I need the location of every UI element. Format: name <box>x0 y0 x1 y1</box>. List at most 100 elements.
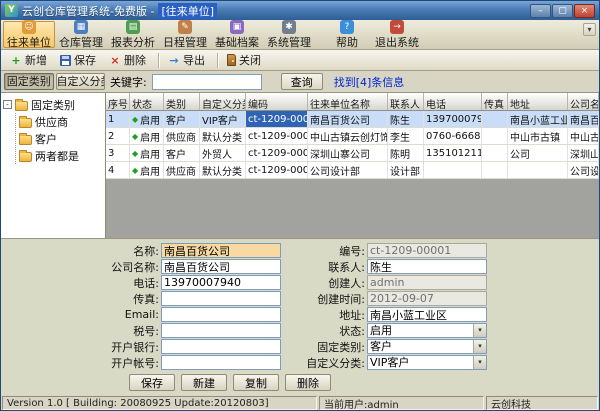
cell-address[interactable]: 公司 <box>508 145 568 161</box>
column-header-code[interactable]: 编码 <box>246 93 308 110</box>
cell-category[interactable]: 供应商 <box>164 162 200 178</box>
column-header-name[interactable]: 往来单位名称 <box>308 93 388 110</box>
column-header-company[interactable]: 公司名称 <box>568 93 599 110</box>
form-delete-button[interactable]: 删除 <box>285 374 331 391</box>
email-field[interactable] <box>161 307 281 322</box>
collapse-icon[interactable]: - <box>3 100 12 109</box>
table-row[interactable]: 2 ◆ 启用 供应商 默认分类 ct-1209-00002 中山古镇云创灯饰公司… <box>106 128 599 145</box>
cell-category[interactable]: 供应商 <box>164 128 200 144</box>
cell-status[interactable]: ◆ 启用 <box>130 145 164 161</box>
column-header-category[interactable]: 类别 <box>164 93 200 110</box>
cell-company[interactable]: 公司设计部 <box>568 162 599 178</box>
nav-item-contacts[interactable]: ☺ 往来单位 <box>3 21 55 48</box>
cell-custom-class[interactable]: 外贸人 <box>200 145 246 161</box>
cell-custom-class[interactable]: 默认分类 <box>200 162 246 178</box>
table-row[interactable]: 4 ◆ 启用 供应商 默认分类 ct-1209-00004 公司设计部 设计部 … <box>106 162 599 179</box>
cell-fax[interactable] <box>482 111 508 127</box>
cell-status[interactable]: ◆ 启用 <box>130 111 164 127</box>
save-record-button[interactable]: 保存 <box>55 50 104 70</box>
cell-phone[interactable]: 0760-6668696 <box>424 128 482 144</box>
column-header-address[interactable]: 地址 <box>508 93 568 110</box>
nav-item-exit[interactable]: → 退出系统 <box>371 21 423 48</box>
cell-company[interactable]: 南昌百货公司 <box>568 111 599 127</box>
nav-item-schedule[interactable]: ✎ 日程管理 <box>159 21 211 48</box>
column-header-phone[interactable]: 电话 <box>424 93 482 110</box>
cell-category[interactable]: 客户 <box>164 145 200 161</box>
custom-category-tab[interactable]: 自定义分类 <box>56 73 106 90</box>
export-button[interactable]: → 导出 <box>163 50 213 70</box>
maximize-button[interactable]: ▢ <box>552 4 573 18</box>
form-save-button[interactable]: 保存 <box>129 374 175 391</box>
fax-field[interactable] <box>161 291 281 306</box>
phone-field[interactable] <box>161 275 281 290</box>
cell-address[interactable]: 南昌小蓝工业区 <box>508 111 568 127</box>
cell-contact[interactable]: 陈生 <box>388 111 424 127</box>
custom-category-select[interactable]: VIP客户 ▾ <box>367 355 487 370</box>
form-new-button[interactable]: 新建 <box>181 374 227 391</box>
status-select[interactable]: 启用 ▾ <box>367 323 487 338</box>
column-header-contact[interactable]: 联系人 <box>388 93 424 110</box>
cell-no[interactable]: 2 <box>106 128 130 144</box>
cell-custom-class[interactable]: VIP客户 <box>200 111 246 127</box>
tax-number-field[interactable] <box>161 323 281 338</box>
cell-no[interactable]: 3 <box>106 145 130 161</box>
cell-code[interactable]: ct-1209-00002 <box>246 128 308 144</box>
table-row[interactable]: 1 ◆ 启用 客户 VIP客户 ct-1209-00001 南昌百货公司 陈生 … <box>106 111 599 128</box>
cell-company[interactable]: 深圳山寨公司 <box>568 145 599 161</box>
keyword-input[interactable] <box>152 74 262 90</box>
cell-contact[interactable]: 设计部 <box>388 162 424 178</box>
column-header-custom-class[interactable]: 自定义分类 <box>200 93 246 110</box>
table-row[interactable]: 3 ◆ 启用 客户 外贸人 ct-1209-00003 深圳山寨公司 陈明 13… <box>106 145 599 162</box>
toolbar-overflow-icon[interactable]: ▾ <box>583 23 596 36</box>
cell-company[interactable]: 中山古镇云创灯饰公司 <box>568 128 599 144</box>
cell-code[interactable]: ct-1209-00003 <box>246 145 308 161</box>
cell-status[interactable]: ◆ 启用 <box>130 162 164 178</box>
contact-field[interactable] <box>367 259 487 274</box>
cell-address[interactable]: 中山市古镇 <box>508 128 568 144</box>
add-record-button[interactable]: + 新增 <box>5 50 55 70</box>
cell-name[interactable]: 南昌百货公司 <box>308 111 388 127</box>
fixed-category-select[interactable]: 客户 ▾ <box>367 339 487 354</box>
address-field[interactable] <box>367 307 487 322</box>
bank-field[interactable] <box>161 339 281 354</box>
cell-code[interactable]: ct-1209-00004 <box>246 162 308 178</box>
cell-fax[interactable] <box>482 128 508 144</box>
cell-fax[interactable] <box>482 162 508 178</box>
tree-item-customer[interactable]: 客户 <box>19 130 103 147</box>
minimize-button[interactable]: – <box>530 4 551 18</box>
tree-item-both[interactable]: 两者都是 <box>19 147 103 164</box>
cell-name[interactable]: 深圳山寨公司 <box>308 145 388 161</box>
fixed-category-tab[interactable]: 固定类别 <box>4 73 54 90</box>
company-name-field[interactable] <box>161 259 281 274</box>
tree-root-item[interactable]: - 固定类别 <box>3 96 103 113</box>
cell-name[interactable]: 中山古镇云创灯饰公司 <box>308 128 388 144</box>
column-header-fax[interactable]: 传真 <box>482 93 508 110</box>
cell-fax[interactable] <box>482 145 508 161</box>
cell-phone[interactable]: 13510121111 <box>424 145 482 161</box>
cell-phone[interactable] <box>424 162 482 178</box>
cell-custom-class[interactable]: 默认分类 <box>200 128 246 144</box>
cell-no[interactable]: 4 <box>106 162 130 178</box>
column-header-no[interactable]: 序号 <box>106 93 130 110</box>
cell-phone[interactable]: 13970007940 <box>424 111 482 127</box>
nav-item-system[interactable]: ✱ 系统管理 <box>263 21 315 48</box>
nav-item-reports[interactable]: ▤ 报表分析 <box>107 21 159 48</box>
nav-item-warehouse[interactable]: ▦ 仓库管理 <box>55 21 107 48</box>
cell-status[interactable]: ◆ 启用 <box>130 128 164 144</box>
cell-name[interactable]: 公司设计部 <box>308 162 388 178</box>
close-module-button[interactable]: 关闭 <box>222 50 269 70</box>
cell-no[interactable]: 1 <box>106 111 130 127</box>
form-copy-button[interactable]: 复制 <box>233 374 279 391</box>
close-button[interactable]: × <box>574 4 595 18</box>
cell-contact[interactable]: 陈明 <box>388 145 424 161</box>
cell-address[interactable] <box>508 162 568 178</box>
cell-code[interactable]: ct-1209-00001 <box>246 111 308 127</box>
column-header-status[interactable]: 状态 <box>130 93 164 110</box>
nav-item-help[interactable]: ? 帮助 <box>323 21 371 48</box>
account-field[interactable] <box>161 355 281 370</box>
tree-item-supplier[interactable]: 供应商 <box>19 113 103 130</box>
name-field[interactable] <box>161 243 281 258</box>
cell-category[interactable]: 客户 <box>164 111 200 127</box>
delete-record-button[interactable]: × 删除 <box>104 50 154 70</box>
cell-contact[interactable]: 李生 <box>388 128 424 144</box>
